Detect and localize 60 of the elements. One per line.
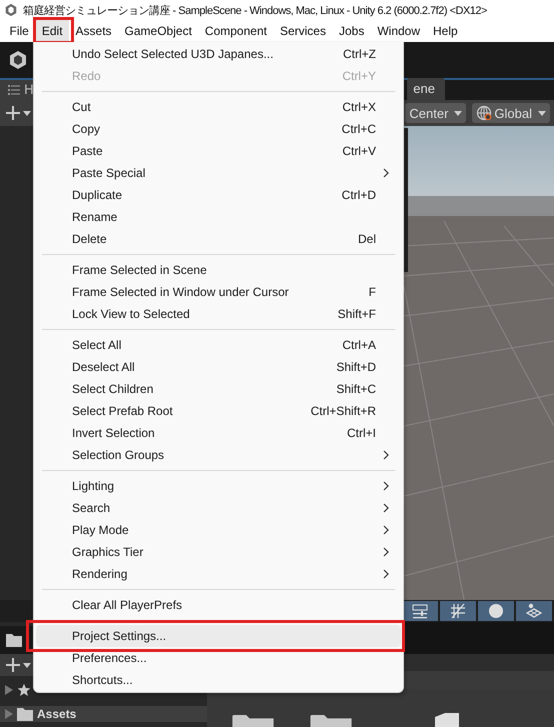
menu-bar-item[interactable]: Jobs [332, 20, 371, 42]
menu-item[interactable]: Project Settings... [36, 625, 401, 647]
grid-icon [450, 603, 466, 619]
menu-item[interactable]: Lighting [36, 475, 401, 497]
menu-item[interactable]: Selection Groups [36, 444, 401, 466]
menu-item[interactable]: Select Prefab Root Ctrl+Shift+R [36, 400, 401, 422]
folder-icon [6, 634, 22, 646]
add-dropdown-icon[interactable] [6, 658, 32, 672]
expand-arrow-icon[interactable] [5, 685, 13, 695]
menu-item[interactable]: Select All Ctrl+A [36, 334, 401, 356]
menu-item[interactable]: Play Mode [36, 519, 401, 541]
caret-icon [454, 110, 462, 116]
menu-item[interactable]: Lock View to Selected Shift+F [36, 303, 401, 325]
menu-item[interactable]: Select Children Shift+C [36, 378, 401, 400]
add-dropdown-icon[interactable] [6, 106, 32, 120]
toggle-button[interactable] [516, 601, 552, 621]
menu-item[interactable]: Frame Selected in Window under Cursor F [36, 281, 401, 303]
toggle-button[interactable] [440, 601, 476, 621]
menu-bar-item[interactable]: Services [273, 20, 332, 42]
menu-item[interactable]: Invert Selection Ctrl+I [36, 422, 401, 444]
menu-item[interactable]: Shortcuts... [36, 669, 401, 691]
unity-logo-icon [8, 50, 28, 70]
menu-bar-item[interactable]: Edit [35, 20, 70, 42]
menu-bar-item[interactable]: Assets [69, 20, 118, 42]
menu-item[interactable]: Paste Ctrl+V [36, 140, 401, 162]
menu-item[interactable]: Copy Ctrl+C [36, 118, 401, 140]
menu-bar-item[interactable]: Component [198, 20, 274, 42]
menu-item[interactable]: Rendering [36, 563, 401, 585]
list-icon [8, 85, 20, 95]
menu-bar-item[interactable]: Window [370, 20, 427, 42]
toggle-button[interactable] [478, 601, 514, 621]
caret-icon [538, 110, 546, 116]
sliders-icon [412, 603, 428, 619]
menu-item[interactable]: Frame Selected in Scene [36, 259, 401, 281]
folder-icon [17, 708, 33, 720]
menu-item[interactable]: Search [36, 497, 401, 519]
project-tree-item[interactable]: Assets [0, 706, 207, 722]
menu-item[interactable]: Clear All PlayerPrefs [36, 594, 401, 616]
app-logo-icon [4, 3, 18, 17]
menu-item[interactable]: Deselect All Shift+D [36, 356, 401, 378]
expand-arrow-icon[interactable] [5, 709, 13, 719]
menu-item[interactable]: Paste Special [36, 162, 401, 184]
layers-icon [526, 603, 542, 619]
menu-item[interactable]: Delete Del [36, 228, 401, 250]
toggle-button[interactable] [402, 601, 438, 621]
sphere-icon [488, 603, 504, 619]
pivot-dropdown[interactable]: Center [405, 103, 466, 123]
globe-icon [476, 105, 492, 121]
menu-item[interactable]: Rename [36, 206, 401, 228]
menu-bar-item[interactable]: Help [426, 20, 464, 42]
menu-bar-item[interactable]: File [3, 20, 36, 42]
star-icon [17, 683, 31, 697]
space-dropdown[interactable]: Global [472, 103, 550, 123]
menu-item[interactable]: Duplicate Ctrl+D [36, 184, 401, 206]
window-title: 箱庭経営シミュレーション講座 - SampleScene - Windows, Mac, Linux - Unity 6.2 (6000.2.7f2) <DX12> [23, 4, 487, 18]
menu-item[interactable]: Preferences... [36, 647, 401, 669]
menu-item[interactable]: Graphics Tier [36, 541, 401, 563]
menu-bar-item[interactable]: GameObject [118, 20, 198, 42]
folder-icon [435, 713, 459, 727]
scene-tab[interactable]: ene [407, 78, 445, 100]
